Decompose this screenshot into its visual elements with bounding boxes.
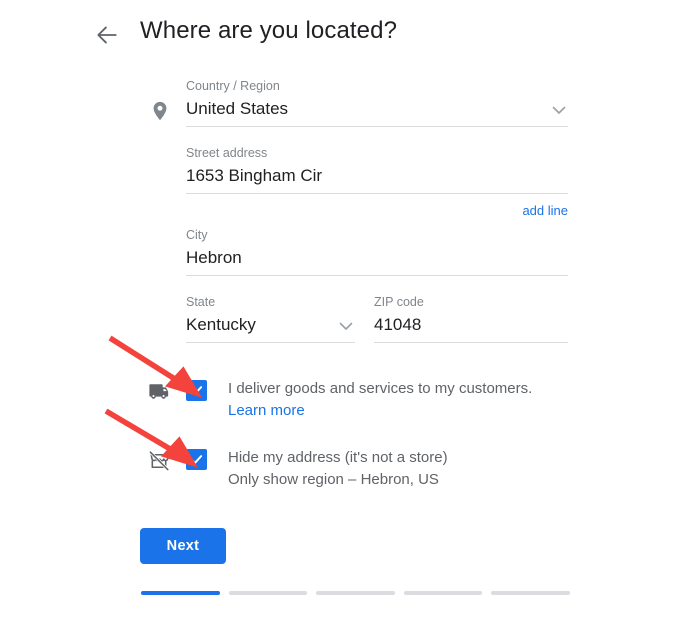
map-pin-icon [149,99,171,123]
arrow-left-icon [94,22,120,48]
option-row-hide-address[interactable]: Hide my address (it's not a store) Only … [147,447,448,490]
field-value: 41048 [374,315,422,334]
progress-segment-5 [491,591,570,595]
option-row-delivery[interactable]: I deliver goods and services to my custo… [147,378,532,421]
field-state[interactable]: State Kentucky [186,295,355,343]
learn-more-link[interactable]: Learn more [228,401,532,421]
progress-segment-3 [316,591,395,595]
option-sublabel: Only show region – Hebron, US [228,471,439,488]
next-button[interactable]: Next [140,528,226,564]
field-street-address[interactable]: Street address 1653 Bingham Cir [186,146,568,194]
field-label: Street address [186,146,268,160]
field-underline [186,193,568,194]
field-label: State [186,295,216,309]
field-underline [186,342,355,343]
field-underline [374,342,568,343]
progress-stepper [141,591,570,595]
field-label: ZIP code [374,295,424,309]
option-text-hide-address: Hide my address (it's not a store) Only … [228,447,448,490]
chevron-down-icon[interactable] [339,322,353,331]
field-underline [186,275,568,276]
progress-segment-1 [141,591,220,595]
add-line-link[interactable]: add line [186,203,568,218]
option-label: I deliver goods and services to my custo… [228,380,533,397]
option-label: Hide my address (it's not a store) [228,449,448,466]
progress-segment-4 [403,591,483,595]
field-label: Country / Region [186,79,280,93]
back-button[interactable] [92,20,122,50]
progress-segment-2 [228,591,308,595]
field-label: City [186,228,208,242]
checkbox-deliver-goods[interactable] [186,380,207,401]
field-value: United States [186,99,289,118]
field-value: 1653 Bingham Cir [186,166,323,185]
store-hidden-slash-icon [147,449,171,473]
field-city[interactable]: City Hebron [186,228,568,276]
checkbox-hide-address[interactable] [186,449,207,470]
page-title: Where are you located? [140,17,398,44]
field-underline [186,126,568,127]
field-zip-code[interactable]: ZIP code 41048 [374,295,568,343]
chevron-down-icon[interactable] [552,106,566,115]
field-country-region[interactable]: Country / Region United States [186,79,568,127]
page-header: Where are you located? [0,0,692,68]
field-value: Hebron [186,248,242,267]
option-text-delivery: I deliver goods and services to my custo… [228,378,532,421]
field-value: Kentucky [186,315,256,334]
local-shipping-truck-icon [147,380,171,404]
